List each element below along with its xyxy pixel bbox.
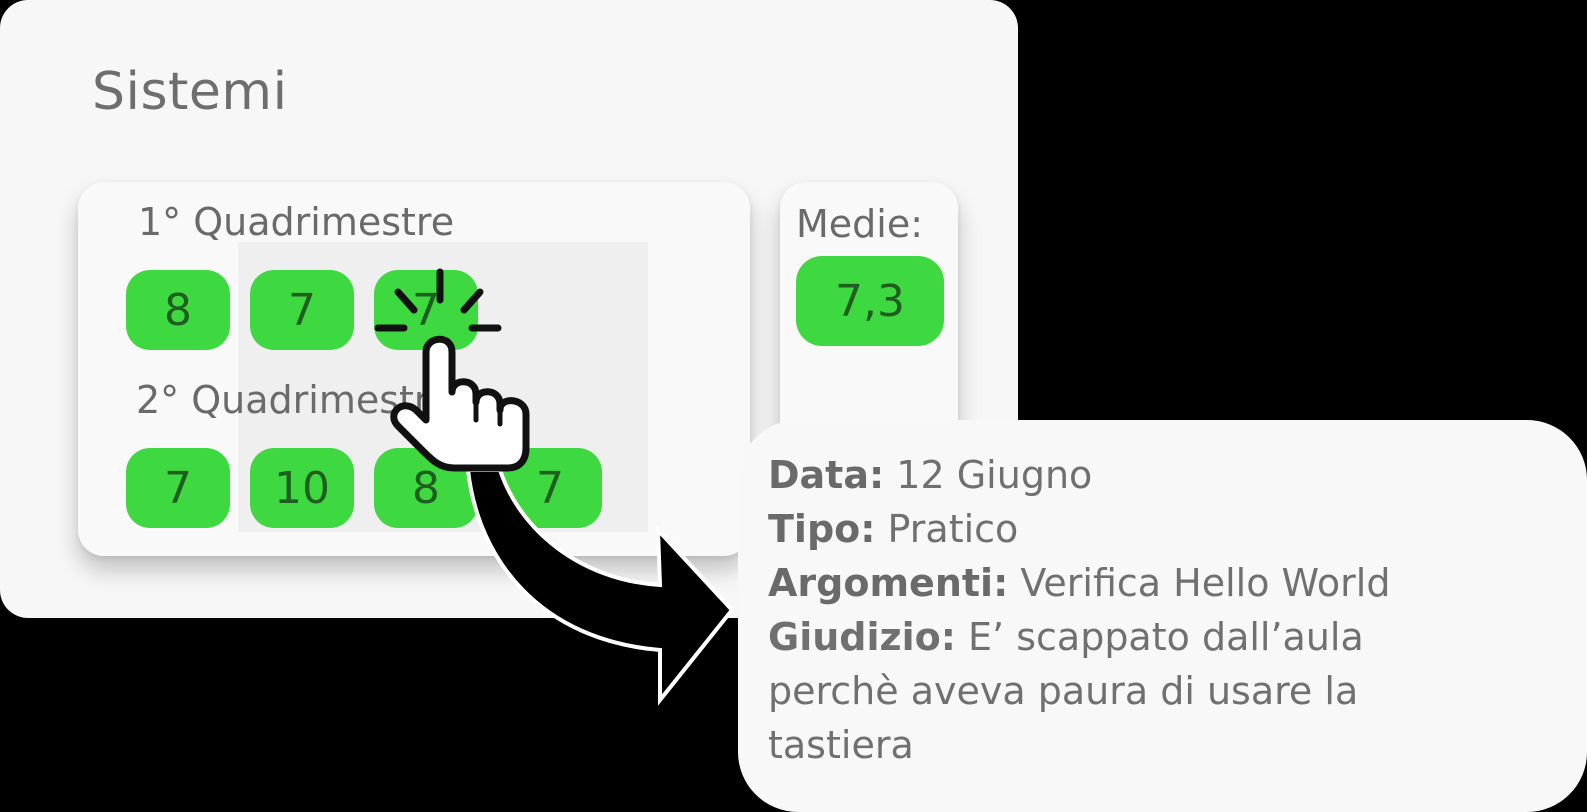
detail-topics-value: Verifica Hello World xyxy=(1020,561,1391,605)
term1-label: 1° Quadrimestre xyxy=(138,200,455,244)
screen: Sistemi 1° Quadrimestre 8 7 7 2° Quadrim… xyxy=(0,0,1587,812)
grade-chip[interactable]: 7 xyxy=(498,448,602,528)
detail-type-label: Tipo: xyxy=(768,507,876,551)
subject-title: Sistemi xyxy=(92,62,288,122)
detail-type-value: Pratico xyxy=(887,507,1019,551)
grade-chip-selected[interactable]: 7 xyxy=(374,270,478,350)
detail-judgement: Giudizio: E’ scappato dall’aula perchè a… xyxy=(768,610,1448,772)
term2-grades: 7 10 8 7 xyxy=(126,448,602,528)
grades-panel: 1° Quadrimestre 8 7 7 2° Quadrimestre 7 … xyxy=(78,182,750,556)
detail-topics-label: Argomenti: xyxy=(768,561,1009,605)
grade-chip[interactable]: 10 xyxy=(250,448,354,528)
detail-topics: Argomenti: Verifica Hello World xyxy=(768,556,1557,610)
grade-chip[interactable]: 8 xyxy=(374,448,478,528)
detail-judgement-label: Giudizio: xyxy=(768,615,956,659)
averages-label: Medie: xyxy=(796,202,924,246)
grade-chip[interactable]: 7 xyxy=(126,448,230,528)
detail-date-label: Data: xyxy=(768,453,885,497)
detail-date: Data: 12 Giugno xyxy=(768,448,1557,502)
term2-label: 2° Quadrimestre xyxy=(136,378,453,422)
detail-type: Tipo: Pratico xyxy=(768,502,1557,556)
grade-chip[interactable]: 8 xyxy=(126,270,230,350)
detail-date-value: 12 Giugno xyxy=(896,453,1093,497)
grade-chip[interactable]: 7 xyxy=(250,270,354,350)
average-chip: 7,3 xyxy=(796,256,944,346)
term1-grades: 8 7 7 xyxy=(126,270,478,350)
grade-detail-tooltip: Data: 12 Giugno Tipo: Pratico Argomenti:… xyxy=(738,420,1587,812)
